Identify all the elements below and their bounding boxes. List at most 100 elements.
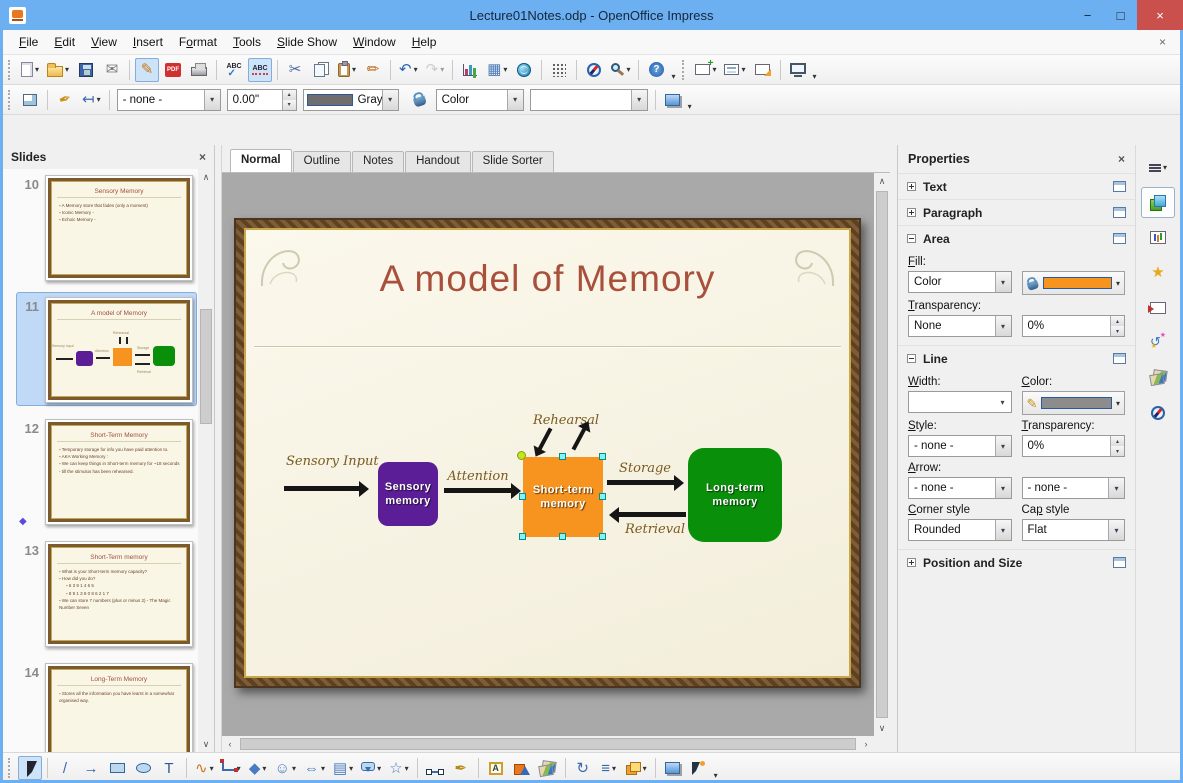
- basic-shapes-dropdown-icon[interactable]: ▾: [262, 764, 266, 773]
- line-width-up-icon[interactable]: ▴: [282, 89, 296, 100]
- table-button[interactable]: ▦ ▾: [484, 58, 510, 82]
- flowcharts-dropdown-icon[interactable]: ▾: [349, 764, 353, 773]
- line-width-down-icon[interactable]: ▾: [282, 99, 296, 110]
- line-style-select2[interactable]: - none - ▾: [908, 435, 1012, 457]
- fill-type-select[interactable]: Color ▾: [908, 271, 1012, 293]
- alignment-dropdown-icon[interactable]: ▾: [612, 764, 616, 773]
- section-area[interactable]: Area: [898, 225, 1135, 251]
- scroll-left-icon[interactable]: ‹: [222, 736, 238, 752]
- slide-thumbnail[interactable]: A model of Memory Sensory Input Attention R…: [45, 297, 193, 403]
- rectangle-button[interactable]: [105, 756, 129, 780]
- input-arrow[interactable]: [284, 480, 369, 497]
- basic-shapes-button[interactable]: ◆ ▾: [246, 756, 270, 780]
- stars-button[interactable]: ☆ ▾: [386, 756, 411, 780]
- slides-panel-scrollbar[interactable]: ∧ ∨: [198, 169, 214, 752]
- panel-splitter[interactable]: [215, 145, 222, 752]
- export-pdf-button[interactable]: PDF: [161, 58, 185, 82]
- chart-button[interactable]: [458, 58, 482, 82]
- slide-workspace[interactable]: A model of Memory Sensory Input Sensory …: [222, 173, 874, 736]
- open-button[interactable]: ▾: [44, 58, 72, 82]
- animation-indicator-icon[interactable]: ◆: [19, 516, 27, 527]
- area-style-button[interactable]: [408, 88, 432, 112]
- curve-dropdown-icon[interactable]: ▾: [210, 764, 214, 773]
- paragraph-dialog-launcher-icon[interactable]: [1113, 207, 1126, 218]
- text-dialog-launcher-icon[interactable]: [1113, 181, 1126, 192]
- menu-help[interactable]: Help: [404, 32, 445, 52]
- paste-dropdown-icon[interactable]: ▾: [352, 65, 356, 74]
- zoom-dropdown-icon[interactable]: ▾: [626, 65, 630, 74]
- selection-handle-right[interactable]: [599, 493, 606, 500]
- block-arrows-dropdown-icon[interactable]: ▾: [321, 764, 325, 773]
- corner-style-dropdown-icon[interactable]: ▾: [994, 520, 1011, 540]
- navigator-button[interactable]: [582, 58, 606, 82]
- slide-title[interactable]: A model of Memory: [246, 258, 849, 300]
- slide-thumbnail[interactable]: Sensory Memory A Memory store that fades …: [45, 175, 193, 281]
- transparency-type-dropdown-icon[interactable]: ▾: [994, 316, 1011, 336]
- line-dialog-launcher-icon[interactable]: [1113, 353, 1126, 364]
- vertical-scrollbar[interactable]: ∧ ∨: [874, 173, 890, 736]
- interaction-button[interactable]: [687, 756, 711, 780]
- connector-button[interactable]: ▾: [219, 756, 244, 780]
- line-color-dropdown-icon[interactable]: ▾: [1116, 399, 1120, 408]
- view-tab-normal[interactable]: Normal: [230, 149, 292, 172]
- storage-arrow[interactable]: [607, 474, 684, 491]
- edit-mode-button[interactable]: ✎: [135, 57, 160, 82]
- attention-arrow[interactable]: [444, 482, 521, 499]
- from-file-button[interactable]: [536, 756, 560, 780]
- scroll-up-icon[interactable]: ∧: [198, 169, 214, 185]
- animation-tab[interactable]: [1141, 327, 1175, 358]
- navigator-tab[interactable]: [1141, 397, 1175, 428]
- alignment-button[interactable]: ≡ ▾: [597, 756, 621, 780]
- symbol-shapes-button[interactable]: ☺ ▾: [272, 756, 299, 780]
- section-text[interactable]: Text: [898, 173, 1135, 199]
- arrow-start-select[interactable]: - none - ▾: [908, 477, 1012, 499]
- spin-up-icon[interactable]: ▴: [1111, 436, 1124, 446]
- line-color-select[interactable]: Gray 6 ▾: [302, 88, 399, 111]
- area-style-dropdown-icon[interactable]: ▾: [506, 89, 523, 110]
- scrollbar-thumb[interactable]: [200, 309, 212, 424]
- master-pages-tab[interactable]: [1141, 222, 1175, 253]
- line-dialog-button[interactable]: ✒: [53, 88, 77, 112]
- view-tab-notes[interactable]: Notes: [352, 151, 405, 172]
- transparency-spinner[interactable]: 0% ▴ ▾: [1021, 315, 1125, 337]
- line-style-dropdown-icon2[interactable]: ▾: [994, 436, 1011, 456]
- fill-color-button[interactable]: ▾: [1021, 271, 1125, 295]
- fontwork-gallery-button[interactable]: A: [484, 756, 508, 780]
- sidebar-settings-dropdown-icon[interactable]: ▾: [1163, 163, 1167, 172]
- expand-icon[interactable]: [907, 208, 916, 217]
- short-term-memory-box[interactable]: Short-term memory: [523, 457, 603, 537]
- arrow-end-dropdown-icon[interactable]: ▾: [1108, 478, 1124, 498]
- line-width-dropdown-icon[interactable]: ▾: [995, 392, 1011, 412]
- save-button[interactable]: [74, 58, 98, 82]
- line-transparency-spinner[interactable]: 0% ▴ ▾: [1021, 435, 1125, 457]
- line-color-dropdown-icon[interactable]: ▾: [381, 89, 398, 110]
- corner-style-select[interactable]: Rounded ▾: [908, 519, 1012, 541]
- menu-tools[interactable]: Tools: [225, 32, 269, 52]
- cap-style-dropdown-icon[interactable]: ▾: [1108, 520, 1124, 540]
- attention-label[interactable]: Attention: [442, 469, 514, 484]
- properties-close-icon[interactable]: ×: [1118, 152, 1125, 166]
- autospellcheck-button[interactable]: ABC: [248, 57, 273, 82]
- selection-handle-top-left[interactable]: [517, 451, 526, 460]
- spin-up-icon[interactable]: ▴: [1111, 316, 1124, 326]
- menu-window[interactable]: Window: [345, 32, 404, 52]
- text-button[interactable]: T: [157, 756, 181, 780]
- toolbar-grip[interactable]: [8, 59, 12, 80]
- slide-layout-dropdown-icon[interactable]: ▾: [741, 65, 745, 74]
- curve-button[interactable]: ∿ ▾: [192, 756, 217, 780]
- selection-handle-bottom-left[interactable]: [519, 533, 526, 540]
- toolbar-overflow-icon[interactable]: ▾: [671, 72, 675, 81]
- scroll-down-icon[interactable]: ∨: [198, 736, 214, 752]
- menu-format[interactable]: Format: [171, 32, 225, 52]
- expand-icon[interactable]: [907, 182, 916, 191]
- rehearsal-in-arrow[interactable]: [537, 427, 553, 451]
- expand-icon[interactable]: [907, 558, 916, 567]
- arrange-dropdown-icon[interactable]: ▾: [643, 764, 647, 773]
- display-grid-button[interactable]: [547, 58, 571, 82]
- help-button[interactable]: ?: [644, 58, 668, 82]
- spin-down-icon[interactable]: ▾: [1111, 446, 1124, 456]
- select-button[interactable]: [18, 756, 42, 780]
- line-button[interactable]: /: [53, 756, 77, 780]
- maximize-button[interactable]: □: [1104, 0, 1137, 30]
- slide-layout-button[interactable]: ▾: [721, 58, 748, 82]
